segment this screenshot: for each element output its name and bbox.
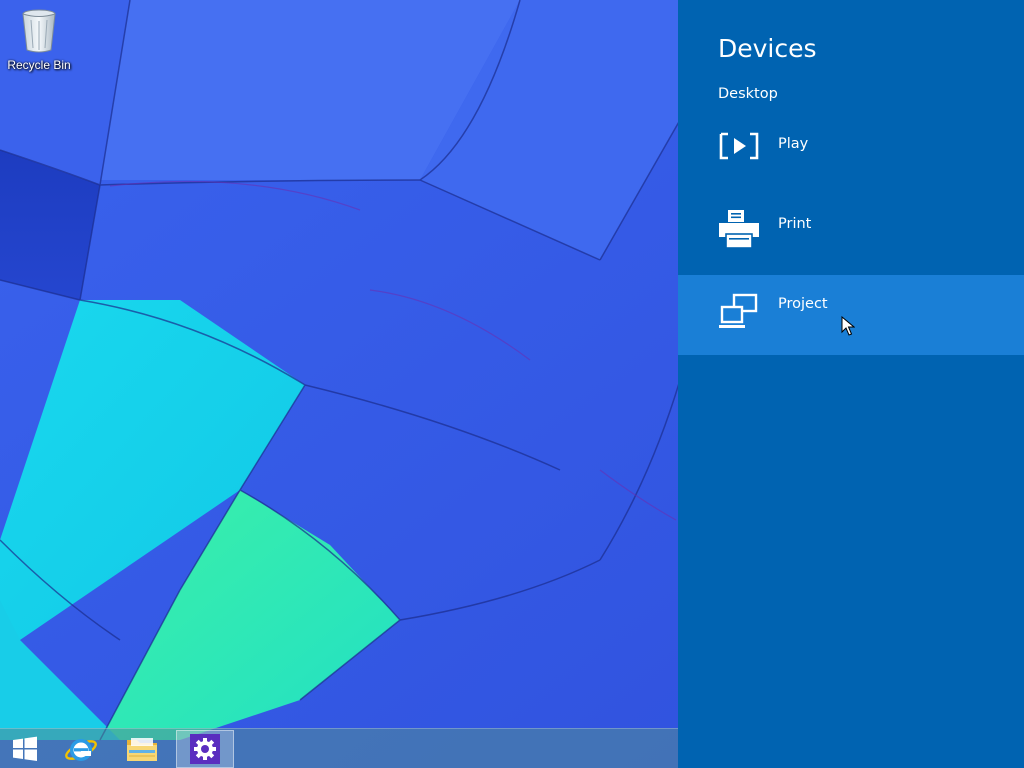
gear-icon [190, 734, 220, 764]
pane-title: Devices [718, 34, 817, 63]
device-label-play: Play [778, 136, 809, 152]
taskbar [0, 728, 678, 768]
internet-explorer-icon [65, 739, 97, 761]
play-to-device-icon [719, 132, 759, 160]
mouse-pointer-icon [841, 316, 855, 336]
start-button[interactable] [0, 730, 54, 768]
folder-icon [127, 738, 157, 761]
printer-icon [719, 210, 759, 249]
windows-logo-icon [13, 736, 37, 761]
recycle-bin-shortcut[interactable]: Recycle Bin [6, 6, 72, 72]
pane-subtitle: Desktop [718, 86, 778, 102]
desktop-screen: Recycle Bin Devices Desktop Play Print P… [0, 0, 1024, 768]
device-item-print[interactable]: Print [678, 196, 1024, 276]
device-item-play[interactable]: Play [678, 116, 1024, 196]
recycle-bin-label: Recycle Bin [7, 58, 71, 72]
device-label-print: Print [778, 216, 812, 232]
device-item-project[interactable]: Project [678, 275, 1024, 355]
project-screen-icon [719, 293, 758, 328]
settings-button[interactable] [176, 730, 234, 768]
devices-charm-pane: Devices Desktop Play Print Project [678, 0, 1024, 768]
file-explorer-button[interactable] [113, 730, 171, 768]
device-label-project: Project [778, 296, 828, 312]
recycle-bin-icon [15, 6, 63, 56]
internet-explorer-button[interactable] [52, 730, 110, 768]
